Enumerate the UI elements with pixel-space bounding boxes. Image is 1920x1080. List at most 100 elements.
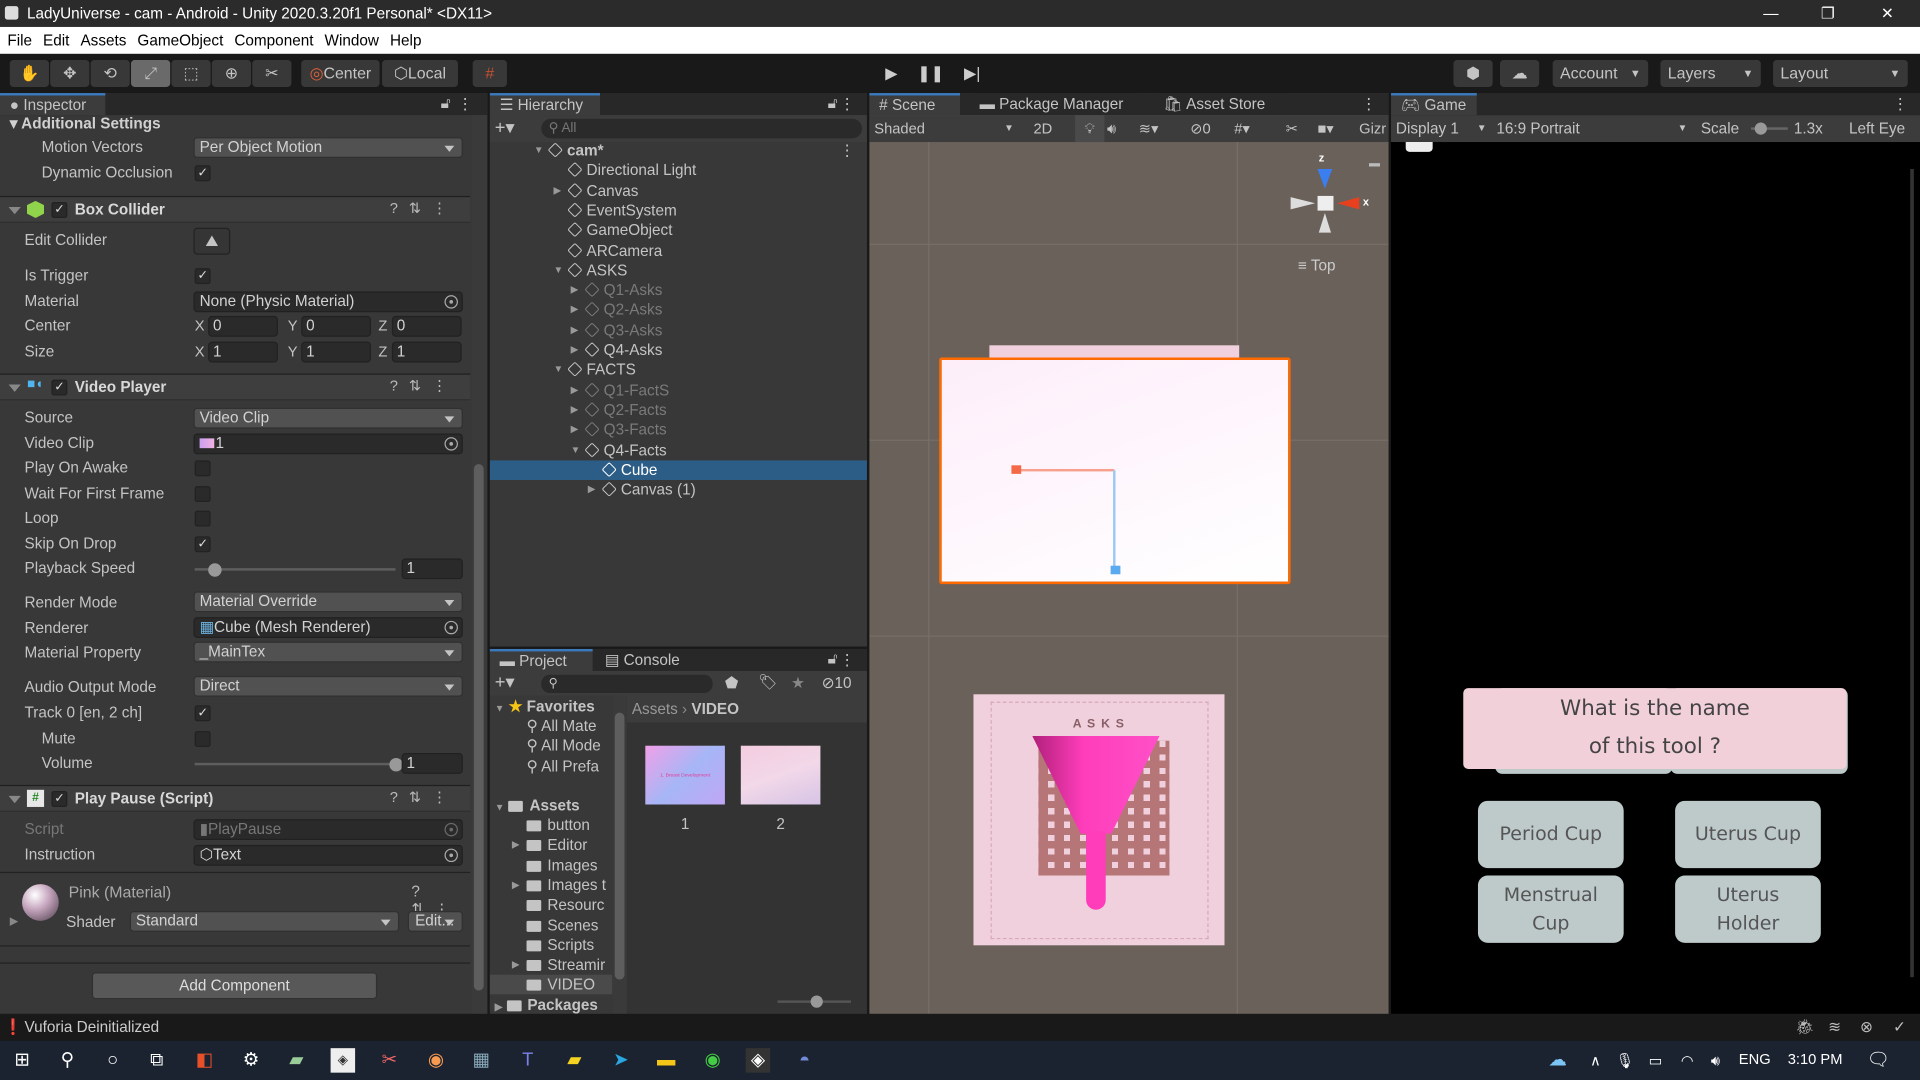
volume-icon[interactable]: 🔊︎	[1703, 1048, 1727, 1072]
skip-on-drop-checkbox[interactable]: ✓	[194, 536, 211, 553]
render-mode-dropdown[interactable]: Material Override	[193, 591, 463, 613]
tab-asset-store[interactable]: 🛍︎ Asset Store	[1153, 93, 1289, 116]
shader-dropdown[interactable]: Standard	[129, 911, 400, 932]
collapse-arrow-icon[interactable]: ▼	[553, 360, 563, 380]
status-message[interactable]: Vuforia Deinitialized	[24, 1014, 159, 1041]
move-tool-icon[interactable]: ✥	[50, 60, 90, 87]
hierarchy-item[interactable]: ▶ Canvas (1)	[490, 480, 867, 500]
asset-folder[interactable]: ▶ Editor	[490, 835, 612, 855]
breadcrumb-video[interactable]: VIDEO	[691, 700, 739, 717]
menu-help[interactable]: Help	[390, 32, 421, 49]
battery-icon[interactable]: ▭	[1643, 1048, 1667, 1072]
collapse-arrow-icon[interactable]: ▼	[534, 141, 544, 161]
tab-scene[interactable]: # Scene	[869, 93, 961, 116]
more-icon[interactable]: ⋮	[839, 650, 854, 668]
wifi-icon[interactable]: ◠	[1675, 1048, 1699, 1072]
layout-dropdown[interactable]: Layout ▼	[1773, 60, 1908, 87]
expand-arrow-icon[interactable]: ▶	[588, 480, 596, 500]
expand-arrow-icon[interactable]: ▶	[512, 875, 520, 895]
windows-start-icon[interactable]: ⊞	[10, 1048, 34, 1072]
favorite-item[interactable]: ⚲ All Mate	[527, 716, 597, 736]
hierarchy-item[interactable]: ▶ Q3-Asks	[490, 320, 867, 340]
2d-toggle[interactable]: 2D	[1033, 115, 1052, 142]
scale-slider[interactable]	[1751, 122, 1788, 135]
project-tree-scrollbar[interactable]	[612, 695, 627, 1014]
hierarchy-item[interactable]: EventSystem	[490, 201, 867, 221]
office-icon[interactable]: ◧	[192, 1048, 216, 1072]
camera-settings-icon[interactable]: ■▾	[1318, 115, 1334, 142]
shading-mode-dropdown[interactable]: Shaded ▼	[874, 115, 1016, 142]
asset-folder[interactable]: ▶ Images t	[490, 875, 612, 895]
expand-arrow-icon[interactable]: ▶	[571, 380, 579, 400]
x-handle[interactable]	[1011, 468, 1115, 472]
play-pause-enabled-checkbox[interactable]: ✓	[51, 791, 68, 807]
collapse-toolbar-icon[interactable]	[1405, 142, 1433, 152]
physic-material-field[interactable]: None (Physic Material)	[193, 291, 463, 313]
menu-window[interactable]: Window	[325, 32, 379, 49]
view-label[interactable]: ≡ Top	[1298, 257, 1336, 274]
lock-icon[interactable]: 🔓︎	[828, 94, 838, 112]
lock-icon[interactable]: 🔓︎	[828, 650, 838, 668]
menu-file[interactable]: File	[7, 32, 32, 49]
pause-button[interactable]: ❚❚	[913, 60, 947, 87]
search-icon[interactable]: ⚲	[55, 1048, 79, 1072]
size-y-field[interactable]: 1	[301, 341, 372, 363]
expand-arrow-icon[interactable]: ▶	[571, 320, 579, 340]
audio-output-mode-dropdown[interactable]: Direct	[193, 675, 463, 697]
z-handle[interactable]	[1113, 470, 1116, 569]
progress-check-icon[interactable]: ✓	[1893, 1014, 1906, 1041]
rotate-tool-icon[interactable]: ⟲	[90, 60, 130, 87]
hierarchy-item[interactable]: Directional Light	[490, 161, 867, 181]
box-collider-enabled-checkbox[interactable]: ✓	[51, 202, 68, 218]
component-actions[interactable]: ?⇅⋮	[390, 377, 458, 394]
create-asset-button[interactable]: +▾	[495, 671, 515, 693]
layers-dropdown[interactable]: Layers ▼	[1660, 60, 1761, 87]
media-player-icon[interactable]: ◉	[424, 1048, 448, 1072]
tab-hierarchy[interactable]: ☰ Hierarchy	[489, 93, 601, 116]
aspect-dropdown[interactable]: 16:9 Portrait ▼	[1496, 115, 1687, 142]
is-trigger-checkbox[interactable]: ✓	[194, 268, 211, 285]
answer-button-menstrual-cup[interactable]: Menstrual Cup	[1477, 875, 1624, 943]
snipping-tool-icon[interactable]: ✂	[377, 1048, 401, 1072]
show-hidden-icons[interactable]: ∧	[1583, 1048, 1607, 1072]
center-x-field[interactable]: 0	[208, 315, 278, 337]
answer-button-uterus-cup[interactable]: Uterus Cup	[1675, 800, 1821, 869]
lighting-toggle-icon[interactable]: 💡︎	[1075, 115, 1105, 143]
expand-arrow-icon[interactable]: ▶	[512, 955, 520, 975]
unity-editor-icon[interactable]: ◈	[745, 1048, 771, 1073]
menu-gameobject[interactable]: GameObject	[137, 32, 223, 49]
thumbnail-size-slider[interactable]	[777, 995, 852, 1008]
expand-arrow-icon[interactable]: ▶	[571, 281, 579, 301]
favorite-star-icon[interactable]: ★	[791, 673, 805, 692]
display-dropdown[interactable]: Display 1 ▼	[1396, 115, 1487, 142]
scene-orientation-gizmo[interactable]: z x ▬ ≡ Top	[1273, 152, 1383, 274]
object-picker-icon[interactable]	[444, 848, 458, 863]
settings-icon[interactable]: ⚙	[239, 1048, 263, 1072]
game-scrollbar[interactable]	[1910, 168, 1914, 978]
hierarchy-item[interactable]: GameObject	[490, 221, 867, 241]
play-on-awake-checkbox[interactable]	[194, 460, 211, 477]
menu-component[interactable]: Component	[234, 32, 313, 49]
restore-button[interactable]: ❐	[1821, 0, 1835, 27]
box-collider-header[interactable]: ✓ Box Collider ?⇅⋮	[0, 195, 471, 223]
hierarchy-item[interactable]: Cube	[489, 460, 867, 480]
edit-collider-button[interactable]: ⛰︎	[193, 227, 231, 255]
collab-icon[interactable]: ⬢	[1453, 60, 1493, 87]
more-icon[interactable]: ⋮	[457, 94, 472, 113]
audio-toggle-icon[interactable]: 🔊︎	[1107, 115, 1116, 142]
hierarchy-item[interactable]: ▶ Canvas	[490, 181, 867, 201]
step-button[interactable]: ▶|	[955, 60, 989, 87]
hierarchy-item[interactable]: ARCamera	[490, 241, 867, 261]
instruction-field[interactable]: ⬡Text	[193, 844, 463, 866]
collapse-icon[interactable]	[8, 206, 21, 215]
cloud-icon[interactable]: ☁	[1500, 60, 1540, 87]
video-asset-thumbnail[interactable]	[740, 745, 821, 805]
snap-icon[interactable]: #	[472, 60, 507, 87]
material-property-dropdown[interactable]: _MainTex	[193, 641, 463, 663]
asset-name[interactable]: 2	[741, 816, 821, 833]
sticky-notes-icon[interactable]: ▰	[562, 1048, 586, 1072]
custom-tool-icon[interactable]: ✂	[252, 60, 292, 87]
expand-arrow-icon[interactable]: ▶	[571, 340, 579, 360]
tab-console[interactable]: ▤ Console	[595, 648, 694, 672]
add-component-button[interactable]: Add Component	[91, 972, 378, 1000]
